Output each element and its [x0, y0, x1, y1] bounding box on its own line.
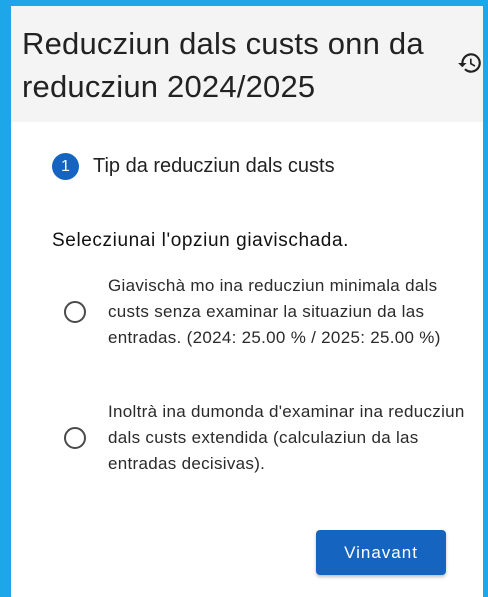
history-button[interactable] [455, 48, 485, 78]
option-extended-reduction[interactable]: Inoltrà ina dumonda d'examinar ina reduc… [64, 399, 472, 477]
selection-prompt: Selecziunai l'opziun giavischada. [52, 230, 349, 251]
history-icon [458, 53, 481, 73]
step-indicator: 1 Tip da reducziun dals custs [52, 153, 335, 180]
next-button[interactable]: Vinavant [316, 530, 446, 575]
option-minimal-reduction[interactable]: Giavischà mo ina reducziun minimala dals… [64, 273, 472, 351]
step-label: Tip da reducziun dals custs [93, 155, 335, 177]
radio-button[interactable] [64, 301, 86, 323]
page-title: Reducziun dals custs onn da reducziun 20… [22, 26, 424, 104]
option-label: Giavischà mo ina reducziun minimala dals… [108, 276, 441, 347]
step-number-badge: 1 [52, 153, 79, 180]
page-header: Reducziun dals custs onn da reducziun 20… [11, 6, 483, 122]
radio-button[interactable] [64, 427, 86, 449]
option-label: Inoltrà ina dumonda d'examinar ina reduc… [108, 402, 465, 473]
